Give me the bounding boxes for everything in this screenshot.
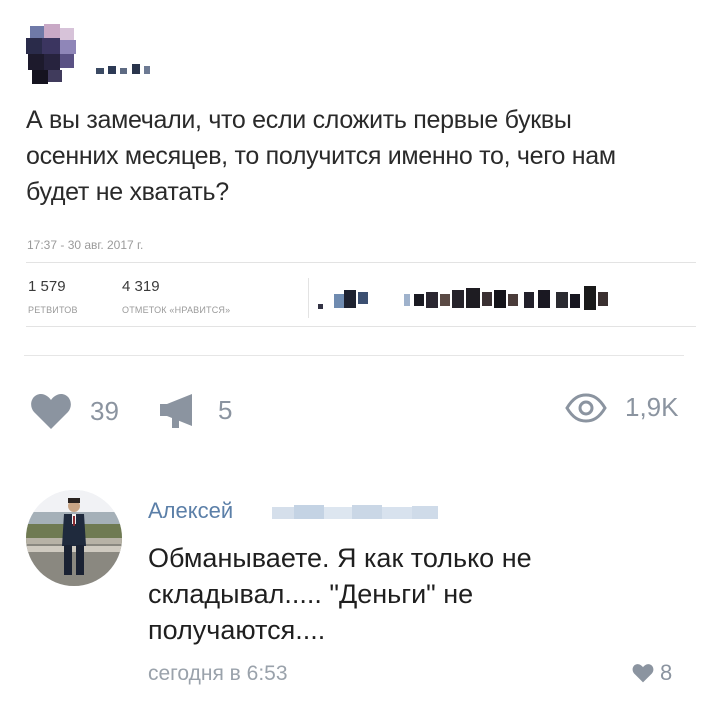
avatar-photo — [26, 490, 122, 586]
avatar[interactable] — [26, 490, 122, 586]
views-count: 1,9K — [625, 392, 679, 422]
likes-count: 4 319 — [122, 278, 160, 295]
divider — [24, 355, 684, 356]
divider — [308, 278, 309, 318]
divider — [26, 262, 696, 263]
pixelated-surname — [272, 505, 438, 519]
pixelated-username — [96, 64, 150, 74]
pixelated-liker-avatars — [318, 286, 608, 310]
eye-icon — [565, 392, 607, 423]
post-action-bar: 39 5 1,9K — [0, 392, 705, 434]
divider — [26, 326, 696, 327]
megaphone-icon — [160, 394, 192, 428]
comment-author-name[interactable]: Алексей — [148, 498, 233, 524]
comment-like-count: 8 — [660, 660, 673, 685]
heart-icon — [31, 394, 71, 429]
embedded-tweet-image: А вы замечали, что если сложить первые б… — [0, 0, 705, 350]
retweet-count: 1 579 — [28, 278, 66, 295]
retweet-label: РЕТВИТОВ — [28, 305, 78, 315]
comment-time[interactable]: сегодня в 6:53 — [148, 662, 288, 686]
comment-text: Обманываете. Я как только не складывал..… — [148, 543, 532, 645]
like-button[interactable]: 39 — [30, 392, 119, 430]
comment-like-button[interactable]: 8 — [632, 660, 672, 686]
tweet-timestamp: 17:37 - 30 авг. 2017 г. — [27, 238, 144, 252]
tweet-text: А вы замечали, что если сложить первые б… — [26, 106, 616, 206]
like-count: 39 — [90, 395, 119, 426]
views-counter: 1,9K — [565, 392, 679, 423]
repost-button[interactable]: 5 — [160, 392, 232, 428]
heart-icon — [632, 664, 654, 683]
repost-count: 5 — [218, 394, 233, 425]
likes-label: ОТМЕТОК «НРАВИТСЯ» — [122, 305, 231, 315]
pixelated-avatar — [22, 20, 100, 92]
